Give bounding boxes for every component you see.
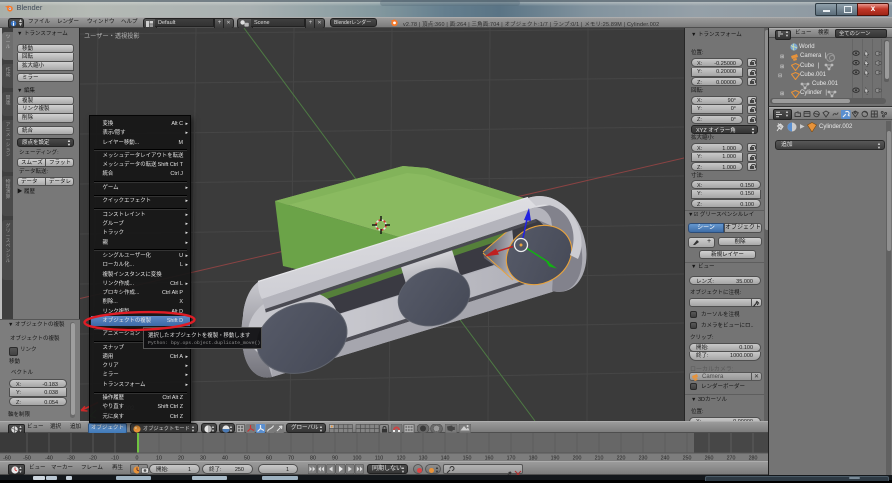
svg-text:ユーザー・透視投影: ユーザー・透視投影 [84, 32, 140, 40]
